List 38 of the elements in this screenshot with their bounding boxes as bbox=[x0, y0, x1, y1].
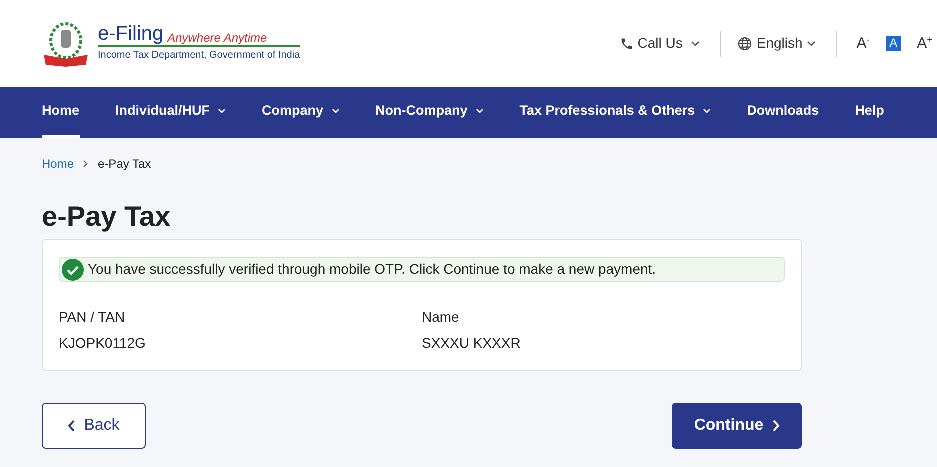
globe-icon bbox=[736, 36, 753, 52]
chevron-right-icon bbox=[82, 160, 90, 168]
nav-tab[interactable]: Individual/HUF bbox=[116, 87, 226, 138]
nav-tab[interactable]: Downloads bbox=[747, 87, 820, 138]
breadcrumb-current: e-Pay Tax bbox=[98, 156, 152, 173]
back-button[interactable]: Back bbox=[42, 403, 146, 449]
logo-subtitle: Income Tax Department, Government of India bbox=[98, 49, 300, 63]
field-label: PAN / TAN bbox=[59, 308, 126, 327]
chevron-down-icon bbox=[806, 40, 816, 46]
font-size-button[interactable]: A bbox=[886, 36, 902, 51]
alert-message: You have successfully verified through mobile OTP. Click Continue to make a new payment. bbox=[88, 260, 656, 279]
font-size-button[interactable]: A$^{-}$ bbox=[856, 36, 870, 51]
chevron-down-icon bbox=[690, 40, 700, 46]
check-circle-icon bbox=[62, 258, 84, 280]
logo-title: e-Filing bbox=[98, 24, 164, 44]
chevron-down-icon bbox=[332, 108, 340, 114]
chevron-right-icon bbox=[772, 420, 780, 432]
breadcrumb-link[interactable]: Home bbox=[42, 155, 74, 173]
emblem-logo bbox=[42, 20, 90, 66]
chevron-down-icon bbox=[703, 108, 712, 114]
chevron-down-icon bbox=[476, 108, 484, 114]
language-dropdown[interactable]: English bbox=[736, 33, 816, 54]
phone-icon bbox=[620, 36, 634, 50]
field-value: KJOPK0112G bbox=[59, 334, 147, 353]
continue-button[interactable]: Continue bbox=[672, 403, 802, 449]
call-us-dropdown[interactable]: Call Us bbox=[620, 33, 700, 54]
page-title: e-Pay Tax bbox=[42, 203, 172, 231]
field-value: SXXXU KXXXR bbox=[422, 334, 522, 353]
font-size-button[interactable]: A$^{+}$ bbox=[917, 36, 933, 51]
nav-tab[interactable]: Non-Company bbox=[376, 87, 484, 138]
nav-tab[interactable]: Help bbox=[855, 87, 884, 138]
chevron-left-icon bbox=[68, 420, 76, 432]
logo-tagline: Anywhere Anytime bbox=[168, 32, 268, 44]
nav-tab[interactable]: Company bbox=[262, 87, 340, 138]
field-label: Name bbox=[422, 308, 460, 327]
nav-tab[interactable]: Home bbox=[42, 87, 80, 138]
chevron-down-icon bbox=[218, 108, 226, 114]
nav-tab[interactable]: Tax Professionals & Others bbox=[520, 87, 712, 138]
